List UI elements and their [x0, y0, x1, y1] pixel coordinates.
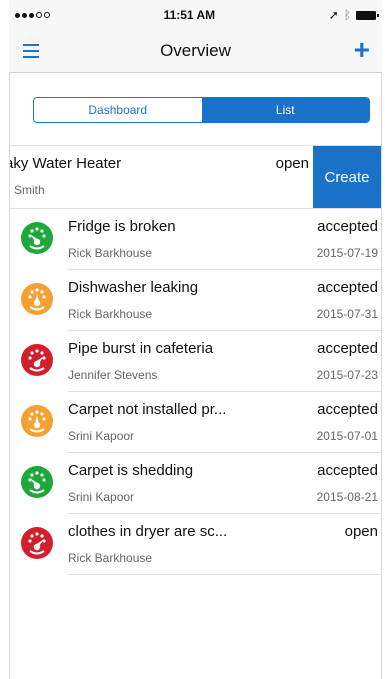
- priority-gauge-icon: [21, 527, 53, 559]
- row-date: 2015-07-23: [316, 368, 378, 382]
- plus-icon[interactable]: +: [354, 36, 370, 64]
- row-status: open: [344, 523, 378, 540]
- signal-strength-icon: [15, 12, 50, 18]
- list-item[interactable]: Pipe burst in cafeteria Jennifer Stevens a…: [21, 331, 381, 392]
- swiped-list-row[interactable]: aky Water Heater n Smith open Create: [10, 145, 381, 209]
- row-status: accepted: [317, 218, 378, 235]
- row-title: aky Water Heater: [10, 155, 122, 172]
- list-item[interactable]: Carpet not installed pr... Srini Kapoor ac…: [21, 392, 381, 453]
- bluetooth-icon: ᛒ: [343, 8, 351, 22]
- priority-gauge-icon: [21, 405, 53, 437]
- row-assignee: Jennifer Stevens: [68, 368, 158, 382]
- hamburger-menu-icon[interactable]: [23, 44, 39, 58]
- segment-list[interactable]: List: [201, 98, 369, 122]
- create-action-button[interactable]: Create: [313, 146, 381, 208]
- row-assignee: Rick Barkhouse: [68, 307, 153, 321]
- battery-icon: [355, 10, 379, 20]
- frame-border-right: [381, 0, 382, 679]
- row-title: Carpet not installed pr...: [68, 401, 227, 418]
- list-item[interactable]: Dishwasher leaking Rick Barkhouse accepted…: [21, 270, 381, 331]
- row-date: 2015-07-19: [316, 246, 378, 260]
- row-assignee: n Smith: [10, 183, 45, 197]
- status-bar: 11:51 AM ➚ ᛒ: [9, 0, 382, 30]
- status-time: 11:51 AM: [163, 8, 216, 22]
- view-segmented-control: Dashboard List: [33, 97, 370, 123]
- row-title: clothes in dryer are sc...: [68, 523, 228, 540]
- row-date: 2015-07-31: [316, 307, 378, 321]
- location-icon: ➚: [328, 8, 339, 22]
- row-assignee: Srini Kapoor: [68, 490, 135, 504]
- status-icons: ➚ ᛒ: [328, 8, 379, 22]
- page-title: Overview: [160, 41, 231, 60]
- list-item[interactable]: clothes in dryer are sc... Rick Barkhouse…: [21, 514, 381, 575]
- row-date: 2015-07-01: [316, 429, 378, 443]
- row-title: Fridge is broken: [68, 218, 176, 235]
- row-status: accepted: [317, 279, 378, 296]
- row-title: Carpet is shedding: [68, 462, 194, 479]
- row-status: accepted: [317, 462, 378, 479]
- row-date: 2015-08-21: [316, 490, 378, 504]
- row-status: open: [275, 155, 309, 172]
- priority-gauge-icon: [21, 466, 53, 498]
- work-order-list: aky Water Heater n Smith open Create Fri…: [10, 145, 381, 575]
- priority-gauge-icon: [21, 283, 53, 315]
- segment-dashboard[interactable]: Dashboard: [34, 98, 202, 122]
- row-status: accepted: [317, 401, 378, 418]
- priority-gauge-icon: [21, 344, 53, 376]
- row-title: Dishwasher leaking: [68, 279, 199, 296]
- priority-gauge-icon: [21, 222, 53, 254]
- list-item[interactable]: Carpet is shedding Srini Kapoor accepted 20…: [21, 453, 381, 514]
- row-assignee: Srini Kapoor: [68, 429, 135, 443]
- row-assignee: Rick Barkhouse: [68, 246, 153, 260]
- row-assignee: Rick Barkhouse: [68, 551, 153, 565]
- row-status: accepted: [317, 340, 378, 357]
- row-title: Pipe burst in cafeteria: [68, 340, 214, 357]
- list-item[interactable]: Fridge is broken Rick Barkhouse accepted 20…: [21, 209, 381, 270]
- navigation-bar: Overview +: [9, 30, 382, 73]
